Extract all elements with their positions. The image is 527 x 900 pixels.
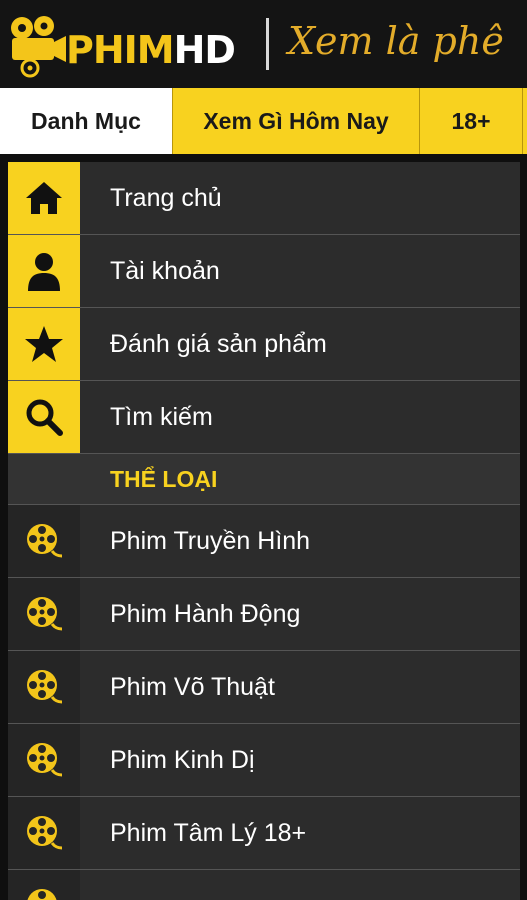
film-reel-icon bbox=[8, 578, 80, 650]
menu-item-label: Trang chủ bbox=[110, 183, 222, 212]
section-title: THỂ LOẠI bbox=[110, 465, 218, 492]
genre-item[interactable]: Phim Truyền Hình bbox=[8, 505, 520, 578]
user-icon bbox=[8, 235, 80, 307]
section-header-genres: THỂ LOẠI bbox=[8, 454, 520, 505]
app-header: PHIMHD Xem là phê bbox=[0, 0, 527, 88]
menu-item-label: Tài khoản bbox=[110, 256, 220, 285]
tab-xem-gi-hom-nay[interactable]: Xem Gì Hôm Nay bbox=[173, 88, 420, 154]
genre-label: Phim Võ Thuật bbox=[110, 672, 275, 701]
tab-18-plus[interactable]: 18+ bbox=[420, 88, 523, 154]
logo-suffix: HD bbox=[173, 28, 236, 72]
tab-danh-muc[interactable]: Danh Mục bbox=[0, 88, 173, 154]
genre-item[interactable]: Phim Kinh Dị bbox=[8, 724, 520, 797]
logo-text: PHIMHD bbox=[66, 28, 236, 72]
genre-label: Phim Kinh Dị bbox=[110, 745, 255, 774]
genre-item-partial[interactable] bbox=[8, 870, 520, 900]
star-icon bbox=[8, 308, 80, 380]
header-divider bbox=[266, 18, 269, 70]
genre-item[interactable]: Phim Hành Động bbox=[8, 578, 520, 651]
genre-item[interactable]: Phim Tâm Lý 18+ bbox=[8, 797, 520, 870]
menu-item-account[interactable]: Tài khoản bbox=[8, 235, 520, 308]
menu-item-search[interactable]: Tìm kiếm bbox=[8, 381, 520, 454]
genre-label: Phim Hành Động bbox=[110, 599, 301, 628]
tab-overflow[interactable] bbox=[523, 88, 527, 154]
menu-item-home[interactable]: Trang chủ bbox=[8, 162, 520, 235]
menu-item-label: Đánh giá sản phẩm bbox=[110, 329, 327, 358]
film-reel-icon bbox=[8, 870, 80, 900]
side-menu: Trang chủ Tài khoản Đánh giá sản phẩm Tì… bbox=[8, 162, 520, 900]
film-reel-icon bbox=[8, 505, 80, 577]
film-camera-logo-icon bbox=[11, 16, 66, 78]
home-icon bbox=[8, 162, 80, 234]
film-reel-icon bbox=[8, 724, 80, 796]
logo-main: PHIM bbox=[66, 28, 175, 72]
tab-bar: Danh Mục Xem Gì Hôm Nay 18+ bbox=[0, 88, 527, 154]
menu-item-rate-product[interactable]: Đánh giá sản phẩm bbox=[8, 308, 520, 381]
logo[interactable]: PHIMHD bbox=[8, 14, 258, 78]
slogan: Xem là phê bbox=[288, 19, 504, 63]
genre-item[interactable]: Phim Võ Thuật bbox=[8, 651, 520, 724]
film-reel-icon bbox=[8, 651, 80, 723]
genre-label: Phim Truyền Hình bbox=[110, 526, 311, 555]
search-icon bbox=[8, 381, 80, 453]
menu-item-label: Tìm kiếm bbox=[110, 402, 213, 431]
film-reel-icon bbox=[8, 797, 80, 869]
genre-label: Phim Tâm Lý 18+ bbox=[110, 818, 307, 847]
